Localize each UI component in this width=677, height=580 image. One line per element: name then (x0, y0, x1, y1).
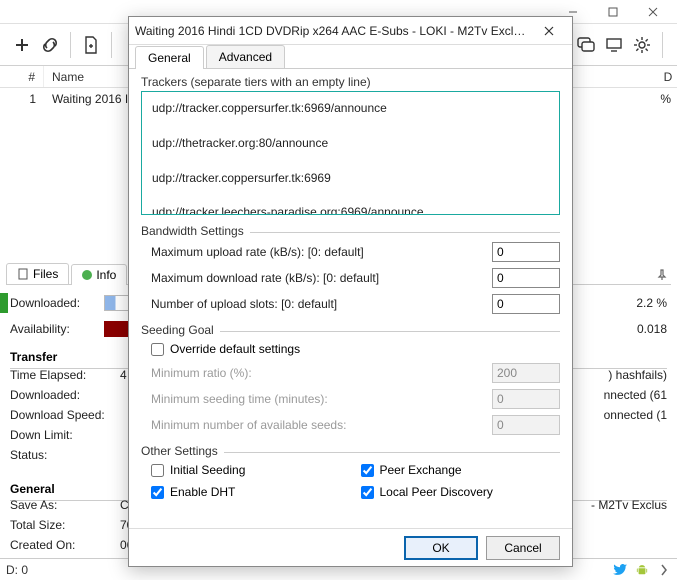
peer-exchange-checkbox[interactable] (361, 464, 374, 477)
availability-label: Availability: (10, 322, 102, 336)
twitter-icon[interactable] (613, 564, 627, 576)
other-header: Other Settings (141, 444, 224, 458)
upload-slots-input[interactable] (492, 294, 560, 314)
other-group: Other Settings Initial Seeding Peer Exch… (141, 444, 560, 503)
enable-dht-label: Enable DHT (170, 485, 235, 499)
tab-advanced[interactable]: Advanced (206, 45, 285, 68)
override-label: Override default settings (170, 342, 300, 356)
bandwidth-header: Bandwidth Settings (141, 224, 250, 238)
chevron-right-icon[interactable] (657, 564, 671, 576)
downloaded-k: Downloaded: (10, 388, 120, 408)
dialog-titlebar[interactable]: Waiting 2016 Hindi 1CD DVDRip x264 AAC E… (129, 17, 572, 45)
min-seeds-label: Minimum number of available seeds: (141, 418, 492, 432)
add-torrent-icon[interactable] (8, 31, 36, 59)
override-checkbox[interactable] (151, 343, 164, 356)
local-peer-discovery-label: Local Peer Discovery (380, 485, 493, 499)
total-k: Total Size: (10, 518, 120, 538)
min-seeds-input (492, 415, 560, 435)
status-left: D: 0 (6, 563, 28, 577)
connected1-v: nnected (61 (604, 388, 667, 408)
info-icon (82, 270, 92, 280)
android-icon[interactable] (635, 564, 649, 576)
status-k: Status: (10, 448, 120, 468)
hashfails-v: ) hashfails) (608, 368, 667, 388)
min-time-label: Minimum seeding time (minutes): (141, 392, 492, 406)
upload-slots-label: Number of upload slots: [0: default] (141, 297, 492, 311)
downlimit-k: Down Limit: (10, 428, 120, 448)
chat-icon[interactable] (572, 31, 600, 59)
file-icon (17, 268, 29, 280)
col-d[interactable]: D (659, 66, 677, 87)
max-download-input[interactable] (492, 268, 560, 288)
add-url-icon[interactable] (36, 31, 64, 59)
time-elapsed-v: 4 (120, 368, 127, 388)
bandwidth-group: Bandwidth Settings Maximum upload rate (… (141, 224, 560, 317)
cancel-button[interactable]: Cancel (486, 536, 560, 560)
remote-icon[interactable] (600, 31, 628, 59)
connected2-v: onnected (1 (604, 408, 667, 428)
downloaded-pct: 2.2 % (636, 296, 667, 310)
local-peer-discovery-checkbox[interactable] (361, 486, 374, 499)
dialog-footer: OK Cancel (129, 528, 572, 566)
initial-seeding-checkbox[interactable] (151, 464, 164, 477)
initial-seeding-label: Initial Seeding (170, 463, 245, 477)
torrent-properties-dialog: Waiting 2016 Hindi 1CD DVDRip x264 AAC E… (128, 16, 573, 567)
pin-icon[interactable] (653, 266, 671, 284)
max-download-label: Maximum download rate (kB/s): [0: defaul… (141, 271, 492, 285)
min-time-input (492, 389, 560, 409)
time-elapsed-k: Time Elapsed: (10, 368, 120, 388)
trackers-input[interactable] (141, 91, 560, 215)
name-right: - M2Tv Exclus (591, 498, 667, 518)
tab-info-label: Info (96, 268, 116, 282)
seeding-group: Seeding Goal Override default settings M… (141, 323, 560, 438)
dialog-body: Trackers (separate tiers with an empty l… (129, 69, 572, 528)
settings-icon[interactable] (628, 31, 656, 59)
tab-info[interactable]: Info (71, 264, 127, 285)
min-ratio-label: Minimum ratio (%): (141, 366, 492, 380)
dialog-tabs: General Advanced (129, 45, 572, 69)
col-idx[interactable]: # (0, 66, 44, 87)
tab-files[interactable]: Files (6, 263, 69, 284)
maximize-icon[interactable] (593, 1, 633, 23)
ok-button[interactable]: OK (404, 536, 478, 560)
active-indicator (0, 293, 8, 313)
created-k: Created On: (10, 538, 120, 558)
tab-general[interactable]: General (135, 46, 204, 69)
min-ratio-input (492, 363, 560, 383)
downloaded-label: Downloaded: (10, 296, 102, 310)
close-icon[interactable] (633, 1, 673, 23)
saveas-k: Save As: (10, 498, 120, 518)
max-upload-input[interactable] (492, 242, 560, 262)
max-upload-label: Maximum upload rate (kB/s): [0: default] (141, 245, 492, 259)
row-idx: 1 (0, 88, 44, 110)
trackers-group: Trackers (separate tiers with an empty l… (141, 75, 560, 218)
trackers-label: Trackers (separate tiers with an empty l… (141, 75, 377, 89)
seeding-header: Seeding Goal (141, 323, 220, 337)
dlspeed-k: Download Speed: (10, 408, 120, 428)
availability-val: 0.018 (637, 322, 667, 336)
peer-exchange-label: Peer Exchange (380, 463, 462, 477)
enable-dht-checkbox[interactable] (151, 486, 164, 499)
dialog-title: Waiting 2016 Hindi 1CD DVDRip x264 AAC E… (135, 24, 532, 38)
row-pct: % (633, 88, 677, 110)
dialog-close-icon[interactable] (532, 20, 566, 42)
create-torrent-icon[interactable] (77, 31, 105, 59)
tab-files-label: Files (33, 267, 58, 281)
